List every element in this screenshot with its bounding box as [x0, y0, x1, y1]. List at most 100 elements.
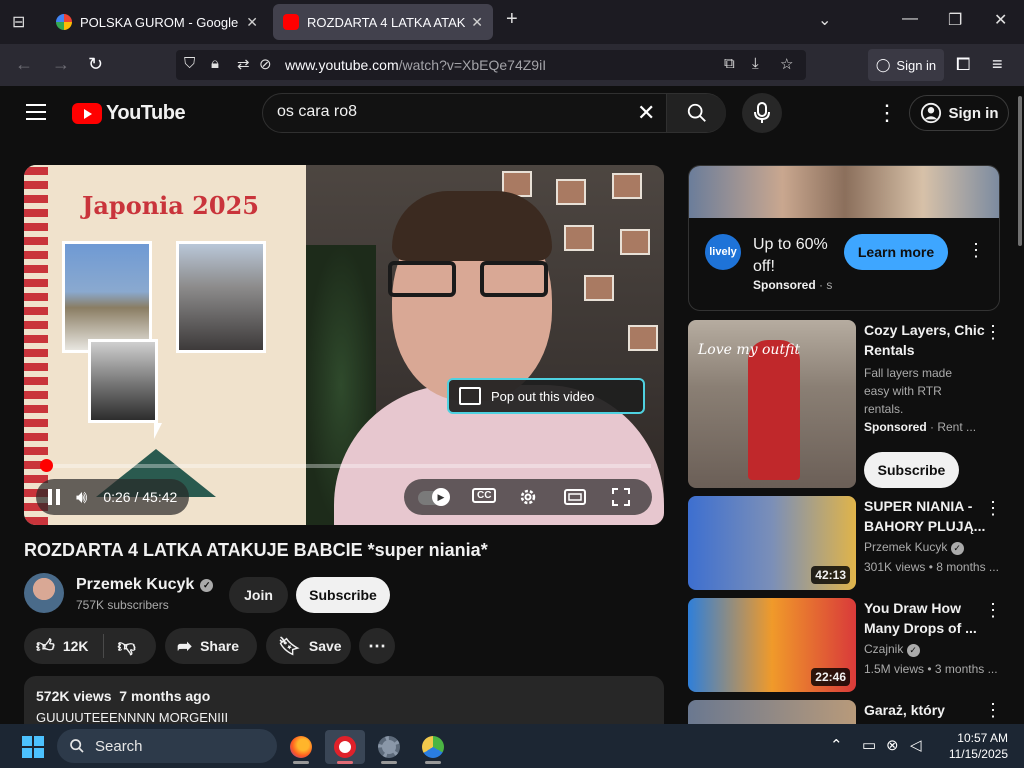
new-tab-icon[interactable]: +: [506, 8, 518, 31]
recommendation-item[interactable]: 22:46 You Draw How Many Drops of ... Cza…: [688, 598, 1024, 692]
opera-taskbar-icon[interactable]: [325, 730, 365, 764]
video-thumbnail[interactable]: 22:46: [688, 598, 856, 692]
page-scrollbar[interactable]: [1016, 86, 1024, 724]
maximize-icon[interactable]: ❐: [948, 10, 962, 30]
video-frame-glasses: [388, 261, 558, 301]
verified-icon: ✓: [950, 541, 964, 555]
progress-scrubber[interactable]: [39, 459, 53, 472]
save-button[interactable]: 🔖︎ Save: [266, 628, 351, 664]
channel-name[interactable]: Przemek Kucyk ✓: [76, 576, 214, 594]
shield-icon[interactable]: ⛉: [184, 55, 195, 72]
channel-avatar[interactable]: [24, 573, 64, 613]
scrollbar-thumb[interactable]: [1018, 96, 1022, 246]
volume-icon[interactable]: 🔊︎: [76, 487, 87, 508]
recommendation-kebab-icon[interactable]: ⋮: [984, 700, 1002, 721]
tracking-off-icon[interactable]: ⊘: [259, 55, 272, 73]
volume-muted-icon[interactable]: ◁: [910, 736, 922, 754]
tab-google-search[interactable]: POLSKA GUROM - Google Search ✕: [46, 4, 268, 40]
clock-time: 10:57 AM: [957, 731, 1008, 745]
like-count[interactable]: 12K: [63, 638, 89, 654]
like-icon[interactable]: 👍︎: [36, 635, 55, 657]
clear-search-icon[interactable]: ✕: [637, 100, 655, 126]
youtube-logo[interactable]: YouTube: [72, 102, 186, 125]
settings-kebab-icon[interactable]: ⋮: [876, 100, 898, 126]
captions-button[interactable]: CC: [472, 488, 497, 503]
recommendation-item[interactable]: Love my outfit Cozy Layers, Chic Rentals…: [688, 320, 1024, 488]
video-thumbnail[interactable]: Love my outfit: [688, 320, 856, 488]
recommendation-title: You Draw How Many Drops of ...: [864, 600, 977, 636]
video-title: ROZDARTA 4 LATKA ATAKUJE BABCIE *super n…: [24, 540, 488, 560]
lock-icon[interactable]: 🔒︎: [211, 55, 219, 72]
settings-gear-icon[interactable]: [518, 487, 538, 507]
windows-start-icon[interactable]: [22, 736, 44, 758]
recommendation-meta: 301K views • 8 months ...: [864, 560, 999, 574]
sponsored-ad-card[interactable]: lively Up to 60% off! Sponsored · s Lear…: [688, 165, 1000, 311]
share-button[interactable]: ➦ Share: [165, 628, 257, 664]
close-tab-icon[interactable]: ✕: [471, 14, 483, 31]
reload-icon[interactable]: ↻: [88, 54, 103, 75]
learn-more-button[interactable]: Learn more: [844, 234, 948, 270]
clock-date: 11/15/2025: [948, 747, 1008, 761]
sponsored-text: Sponsored: [864, 420, 927, 434]
youtube-sign-in-button[interactable]: Sign in: [909, 95, 1009, 131]
forward-icon[interactable]: →: [52, 54, 70, 75]
subscribe-button[interactable]: Subscribe: [864, 452, 959, 488]
tab-title: ROZDARTA 4 LATKA ATAKUJE BABCIE: [307, 14, 466, 30]
firefox-taskbar-icon[interactable]: [281, 730, 321, 764]
verified-icon: ✓: [200, 578, 214, 592]
download-icon[interactable]: ⤓: [752, 55, 759, 72]
tray-display-icon[interactable]: ▭: [862, 736, 876, 754]
google-icon: [56, 14, 72, 30]
search-input[interactable]: [277, 103, 617, 121]
extensions-icon[interactable]: ⧠: [956, 54, 970, 75]
video-player[interactable]: Japonia 2025 Pop out this video 🔊︎ 0:26 …: [24, 165, 664, 525]
description-meta: 572K views 7 months ago: [36, 688, 652, 704]
recommendation-kebab-icon[interactable]: ⋮: [984, 498, 1002, 519]
sign-in-label: Sign in: [948, 104, 999, 122]
recommendation-kebab-icon[interactable]: ⋮: [984, 322, 1002, 343]
minimize-icon[interactable]: —: [902, 10, 918, 28]
ad-kebab-icon[interactable]: ⋮: [967, 240, 985, 261]
autoplay-toggle[interactable]: [418, 488, 450, 506]
video-thumbnail[interactable]: [688, 700, 856, 724]
search-button[interactable]: [666, 94, 726, 132]
settings-taskbar-icon[interactable]: [369, 730, 409, 764]
dislike-icon[interactable]: 👎︎: [118, 635, 136, 657]
picture-in-picture-icon[interactable]: ⧉: [724, 55, 735, 72]
taskbar-search[interactable]: Search: [57, 729, 277, 763]
recommendation-item[interactable]: Garaż, który ⋮: [688, 700, 1024, 724]
bookmark-star-icon[interactable]: ☆: [780, 55, 793, 73]
browser-sign-in-button[interactable]: ◯ Sign in: [868, 49, 944, 81]
app-menu-icon[interactable]: ≡: [992, 54, 1003, 75]
video-thumbnail[interactable]: 42:13: [688, 496, 856, 590]
more-actions-button[interactable]: ⋯: [359, 628, 395, 664]
chevron-down-icon[interactable]: ⌄: [818, 10, 831, 30]
guide-menu-icon[interactable]: [26, 104, 46, 125]
permissions-icon[interactable]: ⇄: [237, 55, 250, 73]
fullscreen-icon[interactable]: [612, 488, 630, 506]
ad-sponsored-label: Sponsored · s: [753, 278, 833, 292]
url-bar[interactable]: ⛉ 🔒︎ ⇄ ⊘ www.youtube.com/watch?v=XbEQe74…: [176, 50, 806, 80]
recommendation-source: Rent ...: [937, 420, 977, 434]
close-window-icon[interactable]: ✕: [994, 10, 1007, 30]
close-tab-icon[interactable]: ✕: [246, 14, 258, 31]
recommendation-kebab-icon[interactable]: ⋮: [984, 600, 1002, 621]
verified-icon: ✓: [906, 643, 920, 657]
pause-button[interactable]: [48, 489, 60, 505]
video-duration: 22:46: [811, 668, 850, 686]
recommendation-item[interactable]: 42:13 SUPER NIANIA - BAHORY PLUJĄ... Prz…: [688, 496, 1024, 590]
system-clock[interactable]: 10:57 AM 11/15/2025: [938, 730, 1008, 762]
progress-bar[interactable]: [39, 459, 651, 472]
back-icon[interactable]: ←: [15, 54, 33, 75]
tab-list-icon[interactable]: ⊟: [12, 12, 25, 32]
join-button[interactable]: Join: [229, 577, 288, 613]
show-hidden-icons-icon[interactable]: ⌃: [830, 736, 843, 754]
subscribe-button[interactable]: Subscribe: [296, 577, 390, 613]
app-taskbar-icon[interactable]: [413, 730, 453, 764]
pop-out-video-button[interactable]: Pop out this video: [447, 378, 645, 414]
network-icon[interactable]: ⊗: [886, 736, 899, 754]
tab-youtube-video[interactable]: ROZDARTA 4 LATKA ATAKUJE BABCIE ✕: [273, 4, 493, 40]
browser-tab-bar: ⊟ POLSKA GUROM - Google Search ✕ ROZDART…: [0, 0, 1024, 44]
theater-mode-icon[interactable]: [564, 489, 586, 505]
voice-search-button[interactable]: [742, 93, 782, 133]
